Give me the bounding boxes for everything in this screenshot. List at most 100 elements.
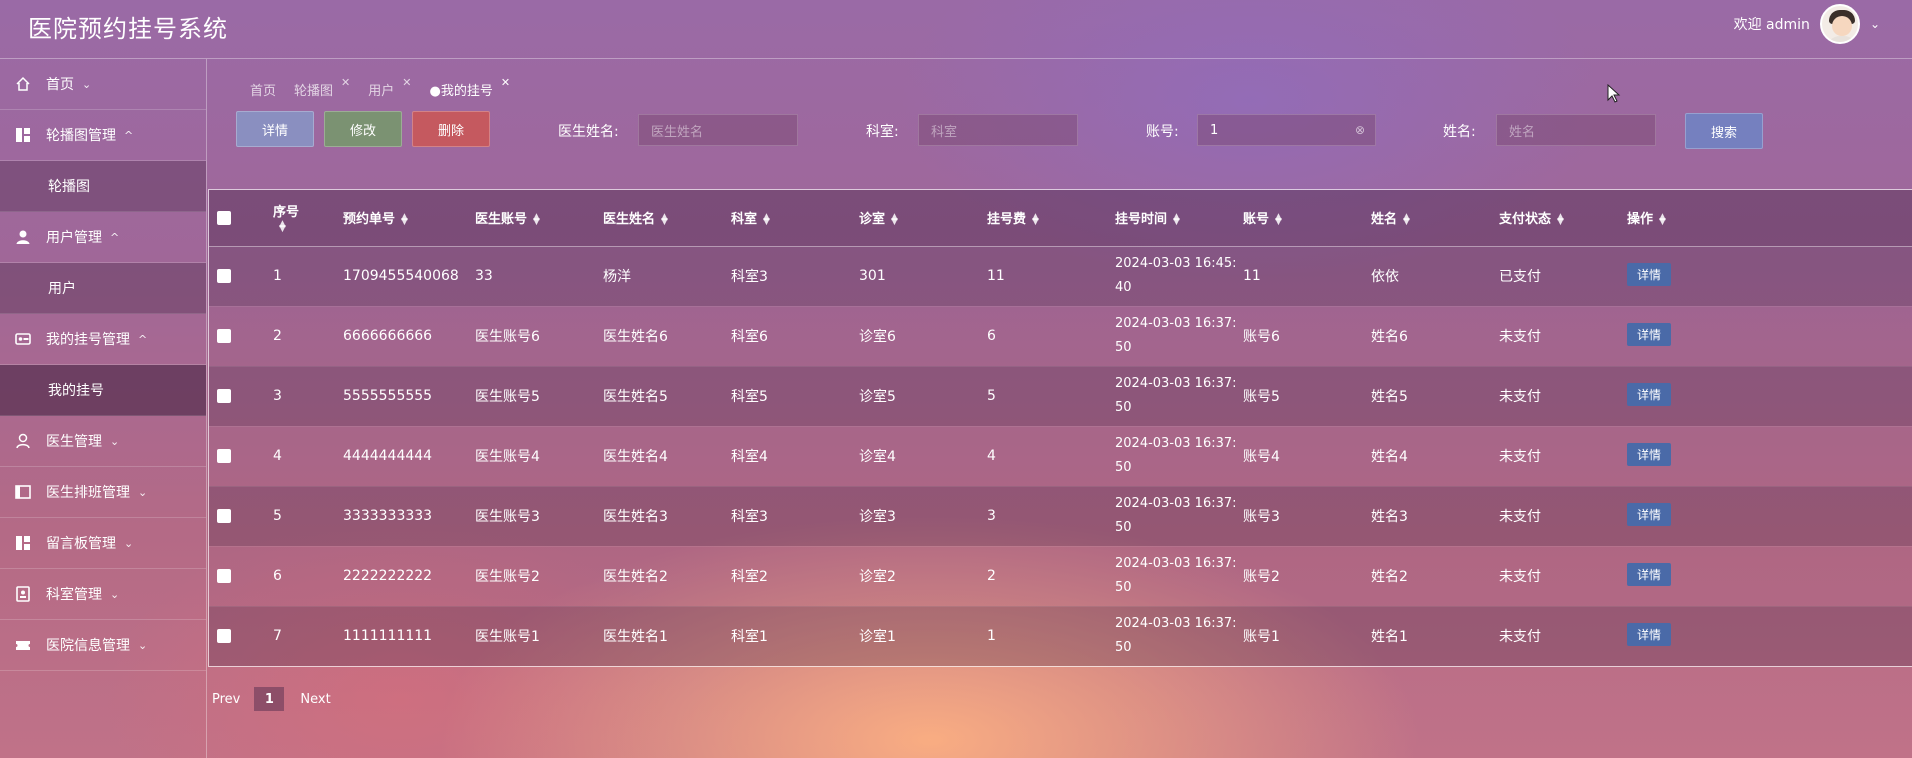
detail-button[interactable]: 详情 [236,111,314,147]
table-cell: 姓名1 [1371,629,1408,645]
sidebar-item-home[interactable]: 首页 ⌄ [0,59,206,110]
table-row[interactable]: 7 1111111111 医生账号1 医生姓名1 科室1 诊室1 1 2024-03-03 1… [209,606,1912,666]
table-cell: 5555555555 [343,388,433,404]
sidebar-subitem-my-registration[interactable]: 我的挂号 [0,365,206,416]
sort-icon[interactable]: ▲ ▼ [1032,212,1039,226]
sidebar-item-label: 首页 [46,77,74,93]
table-cell: 账号3 [1243,509,1280,525]
sidebar-item-doctor-management[interactable]: 医生管理 ⌄ [0,416,206,467]
sort-icon[interactable]: ▲ ▼ [1173,212,1180,226]
row-checkbox[interactable] [217,389,231,403]
chevron-down-icon[interactable]: ⌄ [1870,17,1880,31]
sort-icon[interactable]: ▲ ▼ [1557,212,1564,226]
row-checkbox[interactable] [217,269,231,283]
table-row[interactable]: 2 6666666666 医生账号6 医生姓名6 科室6 诊室6 6 2024-03-03 1… [209,306,1912,366]
row-detail-button[interactable]: 详情 [1627,562,1672,586]
card-icon [14,330,32,348]
sidebar-item-hospital-info-management[interactable]: 医院信息管理 ⌄ [0,620,206,671]
table-row[interactable]: 1 1709455540068 33 杨洋 科室3 301 11 2024-03-03 16:… [209,246,1912,306]
sidebar-item-department-management[interactable]: 科室管理 ⌄ [0,569,206,620]
sort-icon[interactable]: ▲ ▼ [533,212,540,226]
current-page[interactable]: 1 [254,687,285,711]
table-cell: 科室3 [731,269,768,285]
table-cell: 已支付 [1499,269,1541,285]
table-cell: 4444444444 [343,448,433,464]
close-icon[interactable]: ✕ [341,76,350,89]
table-cell: 1 [987,628,996,644]
table-cell: 科室2 [731,569,768,585]
edit-button[interactable]: 修改 [324,111,402,147]
sidebar-item-doctor-schedule-management[interactable]: 医生排班管理 ⌄ [0,467,206,518]
sort-icon[interactable]: ▲ ▼ [401,212,408,226]
table-cell: 3 [273,388,282,404]
row-detail-button[interactable]: 详情 [1627,442,1672,466]
department-input[interactable]: 科室 [918,114,1078,146]
search-button[interactable]: 搜索 [1685,113,1763,149]
close-icon[interactable]: ✕ [402,76,411,89]
row-checkbox[interactable] [217,329,231,343]
table-cell: 5 [273,508,282,524]
table-cell: 账号1 [1243,629,1280,645]
name-input[interactable]: 姓名 [1496,114,1656,146]
table-row[interactable]: 3 5555555555 医生账号5 医生姓名5 科室5 诊室5 5 2024-03-03 1… [209,366,1912,426]
table-cell: 医生姓名6 [603,329,668,345]
sidebar-item-my-registration-management[interactable]: 我的挂号管理 ^ [0,314,206,365]
table-cell: 4 [273,448,282,464]
doctor-name-input[interactable]: 医生姓名 [638,114,798,146]
data-table: 序号 ▲ ▼ 预约单号 ▲ ▼ 医生账号 ▲ ▼ 医生姓名 ▲ ▼ 科室 ▲ ▼ 诊室 ▲ ▼ 挂号费 ▲… [208,189,1912,667]
sort-icon[interactable]: ▲ ▼ [1403,212,1410,226]
row-detail-button[interactable]: 详情 [1627,622,1672,646]
account-input[interactable]: 1 ⊗ [1197,114,1376,146]
tab-my-registration[interactable]: ●我的挂号 ✕ [429,76,510,99]
sort-icon[interactable]: ▲ ▼ [891,212,898,226]
table-cell: 未支付 [1499,629,1541,645]
row-detail-button[interactable]: 详情 [1627,262,1672,286]
row-detail-button[interactable]: 详情 [1627,502,1672,526]
grid-icon [14,534,32,552]
ticket-icon [14,636,32,654]
row-checkbox[interactable] [217,449,231,463]
table-cell: 11 [987,268,1005,284]
sidebar-item-user-management[interactable]: 用户管理 ^ [0,212,206,263]
sidebar-item-banner-management[interactable]: 轮播图管理 ^ [0,110,206,161]
chevron-up-icon: ^ [110,230,120,244]
sort-icon[interactable]: ▲ ▼ [661,212,668,226]
delete-button[interactable]: 删除 [412,111,490,147]
table-cell: 2024-03-03 16:37:50 [1115,376,1237,415]
sidebar-subitem-users[interactable]: 用户 [0,263,206,314]
chevron-up-icon: ^ [124,128,134,142]
table-cell: 4 [987,448,996,464]
tab-home[interactable]: 首页 [250,80,276,99]
sort-icon[interactable]: ▲ ▼ [1659,212,1666,226]
prev-page-link[interactable]: Prev [212,692,240,707]
row-checkbox[interactable] [217,629,231,643]
sidebar-item-message-board-management[interactable]: 留言板管理 ⌄ [0,518,206,569]
table-row[interactable]: 6 2222222222 医生账号2 医生姓名2 科室2 诊室2 2 2024-03-03 1… [209,546,1912,606]
table-cell: 医生账号1 [475,629,540,645]
avatar[interactable] [1819,4,1860,44]
table-cell: 6 [273,568,282,584]
sort-icon[interactable]: ▲ ▼ [279,220,286,234]
sort-icon[interactable]: ▲ ▼ [1275,212,1282,226]
next-page-link[interactable]: Next [300,692,330,707]
sidebar-subitem-banner[interactable]: 轮播图 [0,161,206,212]
table-row[interactable]: 4 4444444444 医生账号4 医生姓名4 科室4 诊室4 4 2024-03-03 1… [209,426,1912,486]
row-checkbox[interactable] [217,509,231,523]
user-area[interactable]: 欢迎 admin ⌄ [1734,4,1880,44]
table-row[interactable]: 5 3333333333 医生账号3 医生姓名3 科室3 诊室3 3 2024-03-03 1… [209,486,1912,546]
sort-icon[interactable]: ▲ ▼ [763,212,770,226]
app-title: 医院预约挂号系统 [28,15,228,43]
table-cell: 杨洋 [603,269,631,285]
tab-users[interactable]: 用户 ✕ [368,76,411,99]
row-checkbox[interactable] [217,569,231,583]
clear-icon[interactable]: ⊗ [1355,123,1365,137]
row-detail-button[interactable]: 详情 [1627,322,1672,346]
chevron-down-icon: ⌄ [124,536,134,550]
tab-banner[interactable]: 轮播图 ✕ [294,76,350,99]
table-cell: 姓名5 [1371,389,1408,405]
sidebar-item-label: 用户管理 [46,230,102,246]
table-cell: 姓名4 [1371,449,1408,465]
select-all-checkbox[interactable] [217,210,231,225]
row-detail-button[interactable]: 详情 [1627,382,1672,406]
close-icon[interactable]: ✕ [501,76,510,89]
